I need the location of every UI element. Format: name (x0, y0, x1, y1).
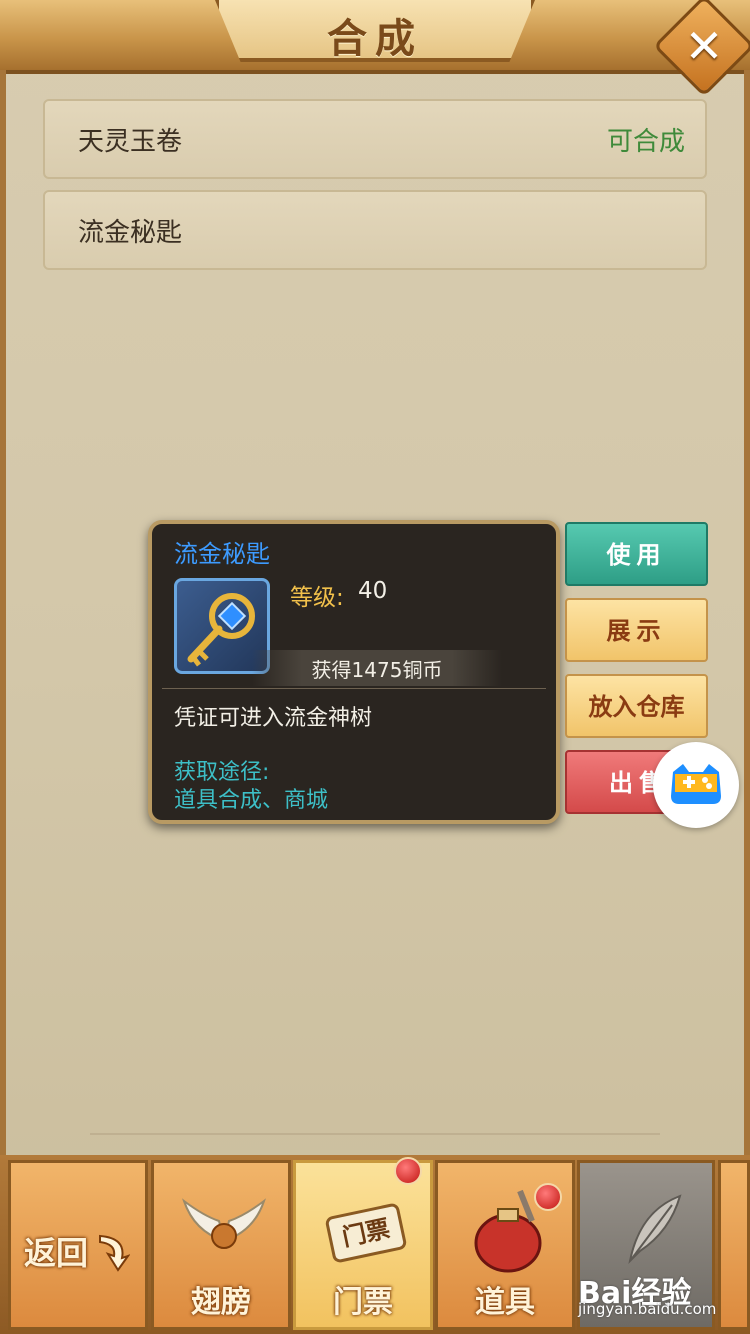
tab-props[interactable]: 道具 (435, 1160, 575, 1330)
item-name: 流金秘匙 (174, 540, 270, 568)
tab-more[interactable] (718, 1160, 750, 1330)
watermark-url: jingyan.baidu.com (578, 1300, 717, 1318)
back-label: 返回 (24, 1234, 89, 1272)
source-value: 道具合成、商城 (174, 788, 329, 813)
tab-wings[interactable]: 翅膀 (151, 1160, 291, 1330)
tab-label: 门票 (333, 1285, 393, 1320)
list-item-tianling-yujuan[interactable]: 天灵玉卷 可合成 (43, 99, 707, 179)
list-item-name: 流金秘匙 (78, 218, 183, 248)
right-border (744, 70, 750, 1160)
back-arrow-icon (99, 1234, 130, 1272)
list-item-liujin-mishi[interactable]: 流金秘匙 (43, 190, 707, 270)
wings-icon (182, 1198, 266, 1249)
level-value: 40 (358, 578, 388, 604)
floating-game-button[interactable] (653, 742, 739, 828)
gamepad-icon (671, 764, 721, 804)
tooltip-divider (162, 688, 546, 689)
coin-reward-text: 获得1475铜币 (311, 658, 443, 682)
notification-dot (394, 1157, 422, 1185)
level-label: 等级: (290, 585, 344, 611)
divider (90, 1133, 660, 1135)
item-tooltip: 流金秘匙 等级: 40 获得1475铜币 凭证可进入流金神树 获取途径: 道具合… (148, 520, 560, 824)
notification-dot (534, 1183, 562, 1211)
ticket-scroll-icon: 门票 (325, 1203, 407, 1263)
tab-ticket[interactable]: 门票 门票 (293, 1157, 433, 1330)
item-description: 凭证可进入流金神树 (174, 706, 373, 731)
show-button[interactable]: 展示 (565, 598, 708, 662)
use-button[interactable]: 使用 (565, 522, 708, 586)
store-to-warehouse-button[interactable]: 放入仓库 (565, 674, 708, 738)
list-item-name: 天灵玉卷 (78, 127, 183, 157)
page-title: 合成 (327, 15, 423, 62)
left-border (0, 70, 6, 1160)
tab-label: 翅膀 (191, 1285, 251, 1320)
tab-label: 道具 (475, 1285, 535, 1320)
feather-icon (628, 1194, 682, 1265)
close-icon[interactable]: ✕ (668, 10, 740, 82)
list-item-status: 可合成 (606, 127, 685, 157)
